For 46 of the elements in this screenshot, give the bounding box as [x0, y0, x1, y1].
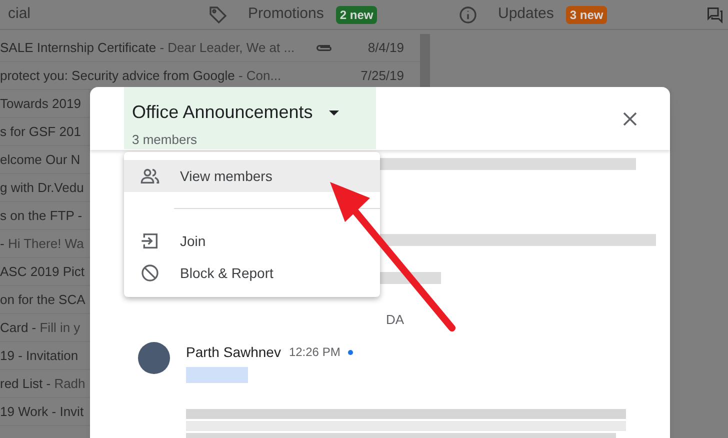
message-time: 12:26 PM [288, 344, 340, 361]
member-count: 3 members [132, 131, 198, 149]
email-subject: - [0, 234, 4, 253]
email-snippet: Fill in y [38, 318, 80, 337]
tab-label[interactable]: cial [8, 3, 31, 26]
tab-label[interactable]: Updates [498, 3, 554, 26]
email-subject: red List - [0, 374, 51, 393]
info-icon [458, 4, 478, 24]
email-subject: SALE Internship Certificate [0, 38, 156, 57]
email-subject: on for the SCA [0, 290, 86, 309]
email-subject: 19 - Invitation [0, 346, 78, 365]
tab-label[interactable]: Promotions [248, 3, 324, 26]
email-snippet: Hi There! Wa [6, 234, 84, 253]
email-subject: protect you: Security advice from Google [0, 66, 235, 85]
email-date: 7/25/19 [360, 66, 405, 85]
email-subject: Towards 2019 [0, 94, 81, 113]
email-subject: elcome Our N [0, 150, 80, 169]
menu-item[interactable]: View members [124, 160, 380, 192]
enter-icon [140, 231, 160, 251]
email-snippet: - Dear Leader, We at ... [158, 38, 295, 57]
block-icon [140, 263, 160, 283]
text-fragment: DA [386, 311, 404, 329]
email-subject: 19 Work - Invit [0, 402, 84, 421]
room-title-button[interactable]: Office Announcements 3 members [124, 87, 376, 149]
email-subject: g with Dr.Vedu [0, 178, 84, 197]
close-icon [623, 112, 637, 126]
avatar [138, 342, 170, 374]
email-snippet: Radh [53, 374, 86, 393]
author-name: Parth Sawhnev [186, 342, 281, 362]
email-row[interactable]: SALE Internship Certificate - Dear Leader, We at ... 8/4/19 [0, 34, 420, 62]
blurred-text [186, 366, 248, 382]
new-count-badge: 2 new [336, 6, 378, 24]
dropdown-caret-icon [328, 110, 339, 116]
tag-icon [208, 4, 228, 24]
email-subject: ASC 2019 Pict [0, 262, 85, 281]
email-snippet: - Con... [237, 66, 282, 85]
email-subject: s on the FTP - [0, 206, 82, 225]
menu-item[interactable]: Join [124, 225, 380, 257]
menu-item[interactable]: Block & Report [124, 257, 380, 289]
people-icon [140, 166, 160, 186]
email-date: 8/4/19 [368, 38, 405, 57]
email-subject: Card - [0, 318, 36, 337]
room-title: Office Announcements [132, 101, 313, 124]
chat-icon[interactable] [706, 6, 724, 24]
new-count-badge: 3 new [566, 6, 608, 24]
email-subject: s for GSF 201 [0, 122, 81, 141]
